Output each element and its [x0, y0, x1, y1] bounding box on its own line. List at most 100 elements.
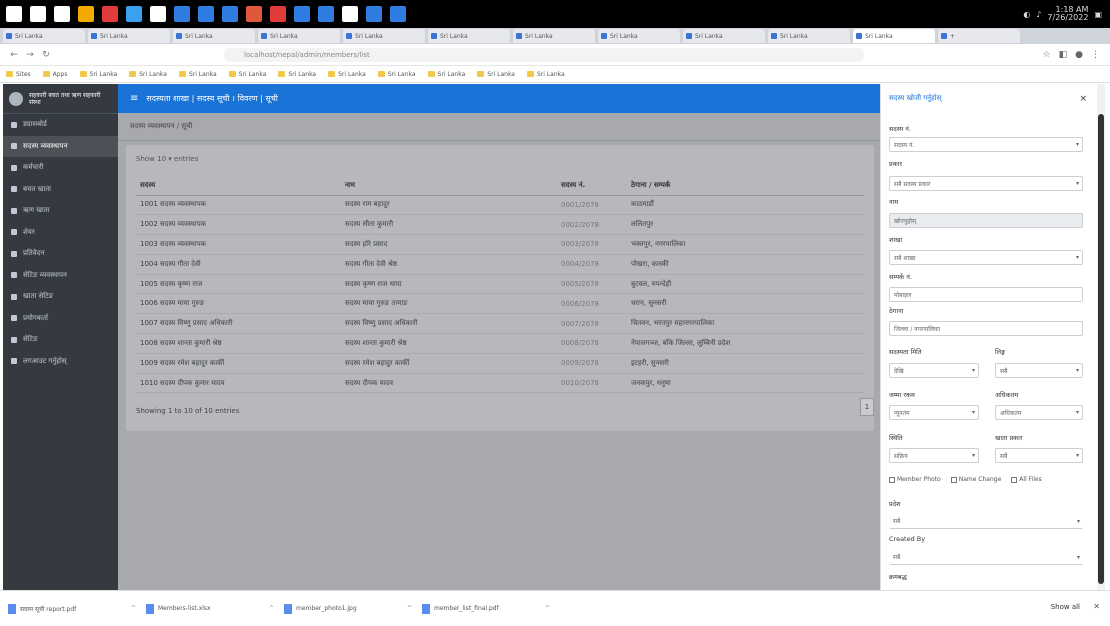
taskbar-app-icon[interactable] — [78, 6, 94, 22]
download-item[interactable]: member_list_final.pdf ^ — [422, 599, 550, 619]
member-no-input[interactable]: सदस्य नं. ▾ — [889, 137, 1083, 152]
sidebar-item[interactable]: सदस्य व्यवस्थापन — [3, 135, 118, 157]
column-header[interactable]: ठेगाना / सम्पर्क — [627, 177, 864, 196]
sidebar-item[interactable]: सेटिङ — [3, 329, 118, 351]
status-select[interactable]: सक्रिय ▾ — [889, 448, 979, 463]
taskbar-app-icon[interactable] — [294, 6, 310, 22]
taskbar-app-icon[interactable] — [54, 6, 70, 22]
browser-tab[interactable]: + — [938, 29, 1020, 43]
browser-tab[interactable]: Sri Lanka — [428, 29, 510, 43]
browser-tab[interactable]: Sri Lanka — [88, 29, 170, 43]
bookmark-item[interactable]: Sri Lanka — [427, 71, 465, 78]
membership-date-select[interactable]: देखि ▾ — [889, 363, 979, 378]
sidebar-item[interactable]: सेटिङ व्यवस्थापन — [3, 265, 118, 287]
gender-select[interactable]: सबै ▾ — [995, 363, 1083, 378]
created-by-select[interactable]: सबै ▾ — [889, 550, 1083, 565]
taskbar-app-icon[interactable] — [366, 6, 382, 22]
table-row[interactable]: 1002 सदस्य व्यवस्थापक सदस्य सीता कुमारी 00… — [136, 214, 864, 236]
browser-tab[interactable]: Sri Lanka — [598, 29, 680, 43]
bookmark-item[interactable]: Sites — [6, 71, 31, 78]
bookmark-item[interactable]: Sri Lanka — [178, 71, 217, 78]
table-row[interactable]: 1007 सदस्य विष्णु प्रसाद अधिकारी सदस्य वि… — [136, 313, 864, 335]
page-length-select[interactable]: Show 10 ▾ entries — [136, 155, 198, 163]
browser-tab[interactable]: Sri Lanka — [258, 29, 340, 43]
reload-icon[interactable]: ↻ — [40, 50, 52, 60]
filter-checkbox[interactable]: All Files — [1011, 476, 1042, 483]
table-row[interactable]: 1004 सदस्य गीता देवी सदस्य गीता देवी श्रे… — [136, 254, 864, 275]
bookmark-item[interactable]: Sri Lanka — [377, 71, 416, 78]
chevron-up-icon[interactable]: ^ — [131, 605, 136, 612]
url-field[interactable]: localhost/nepal/admin/members/list — [224, 47, 864, 62]
taskbar-app-icon[interactable] — [102, 6, 118, 22]
sidebar-item[interactable]: ड्यासबोर्ड — [3, 114, 118, 136]
taskbar-app-icon[interactable] — [222, 6, 238, 22]
filter-checkbox[interactable]: Member Photo — [889, 476, 941, 483]
pagination-button[interactable]: 1 — [860, 398, 874, 416]
bookmark-item[interactable]: Sri Lanka — [79, 71, 117, 78]
checkbox-icon[interactable] — [1011, 476, 1018, 483]
table-row[interactable]: 1010 सदस्य दीपक कुमार यादव सदस्य दीपक याद… — [136, 373, 864, 394]
name-field[interactable]: खोज्नुहोस् — [889, 213, 1083, 228]
checkbox-icon[interactable] — [889, 476, 895, 483]
amount-max-select[interactable]: अधिकतम ▾ — [995, 405, 1083, 420]
sidebar-item[interactable]: लगआउट गर्नुहोस् — [3, 351, 118, 373]
taskbar-app-icon[interactable] — [30, 6, 46, 22]
bookmark-item[interactable]: Sri Lanka — [228, 71, 266, 78]
sidebar-item[interactable]: प्रयोगकर्ता — [3, 308, 118, 330]
filter-checkbox[interactable]: Name Change — [950, 476, 1001, 483]
scrollbar-thumb[interactable] — [1098, 114, 1104, 584]
bookmark-item[interactable]: Sri Lanka — [129, 71, 167, 78]
type-select[interactable]: सबै सदस्य प्रकार ▾ — [889, 176, 1083, 191]
province-select[interactable]: सबै ▾ — [889, 514, 1083, 529]
notification-icon[interactable]: ▣ — [1094, 10, 1102, 19]
table-row[interactable]: 1008 सदस्य शान्ता कुमारी श्रेष्ठ सदस्य शा… — [136, 333, 864, 354]
download-item[interactable]: member_photo1.jpg ^ — [284, 599, 412, 619]
sidebar-item[interactable]: शेयर — [3, 222, 118, 244]
network-icon[interactable]: ◐ — [1023, 10, 1030, 19]
panel-scrollbar[interactable] — [1097, 84, 1105, 590]
sidebar-item[interactable]: खाता सेटिङ — [3, 286, 118, 308]
taskbar-app-icon[interactable] — [342, 6, 358, 22]
chevron-up-icon[interactable]: ^ — [269, 605, 274, 612]
browser-tab[interactable]: Sri Lanka — [173, 29, 255, 43]
profile-icon[interactable]: ● — [1075, 50, 1083, 60]
sidebar-item[interactable]: बचत खाता — [3, 179, 118, 201]
hamburger-icon[interactable]: ≡ — [130, 93, 138, 104]
taskbar-app-icon[interactable] — [150, 6, 166, 22]
bookmark-item[interactable]: Apps — [42, 71, 68, 78]
taskbar-app-icon[interactable] — [174, 6, 190, 22]
bookmark-item[interactable]: Sri Lanka — [477, 71, 515, 78]
sidebar-item[interactable]: प्रतिवेदन — [3, 243, 118, 265]
back-icon[interactable]: ← — [8, 50, 20, 60]
browser-tab[interactable]: Sri Lanka — [853, 29, 935, 43]
download-item[interactable]: सदस्य सूची report.pdf ^ — [8, 599, 136, 619]
download-item[interactable]: Members-list.xlsx ^ — [146, 599, 274, 619]
taskbar-app-icon[interactable] — [318, 6, 334, 22]
menu-icon[interactable]: ⋮ — [1091, 50, 1100, 60]
table-row[interactable]: 1005 सदस्य कृष्ण राज सदस्य कृष्ण राज थापा… — [136, 274, 864, 295]
taskbar-app-icon[interactable] — [270, 6, 286, 22]
taskbar-app-icon[interactable] — [126, 6, 142, 22]
browser-tab[interactable]: Sri Lanka — [343, 29, 425, 43]
bookmark-item[interactable]: Sri Lanka — [278, 71, 316, 78]
browser-tab[interactable]: Sri Lanka — [513, 29, 595, 43]
taskbar-app-icon[interactable] — [246, 6, 262, 22]
chevron-up-icon[interactable]: ^ — [407, 605, 412, 612]
close-icon[interactable]: × — [1079, 94, 1087, 104]
show-all-downloads-button[interactable]: Show all — [1051, 603, 1080, 611]
volume-icon[interactable]: ♪ — [1036, 10, 1041, 19]
extensions-icon[interactable]: ◧ — [1059, 50, 1068, 60]
star-icon[interactable]: ☆ — [1043, 50, 1051, 60]
taskbar-app-icon[interactable] — [6, 6, 22, 22]
table-row[interactable]: 1001 सदस्य व्यवस्थापक सदस्य राम बहादुर 000… — [136, 195, 864, 216]
column-header[interactable]: सदस्य नं. — [557, 177, 627, 196]
branch-select[interactable]: सबै शाखा ▾ — [889, 250, 1083, 265]
sidebar-item[interactable]: ऋण खाता — [3, 200, 118, 222]
checkbox-icon[interactable] — [950, 476, 957, 483]
table-row[interactable]: 1003 सदस्य व्यवस्थापक सदस्य हरि प्रसाद 000… — [136, 234, 864, 255]
chevron-up-icon[interactable]: ^ — [545, 605, 550, 612]
taskbar-app-icon[interactable] — [390, 6, 406, 22]
contact-input[interactable]: मोबाइल — [889, 287, 1083, 302]
browser-tab[interactable]: Sri Lanka — [683, 29, 765, 43]
browser-tab[interactable]: Sri Lanka — [3, 29, 85, 43]
